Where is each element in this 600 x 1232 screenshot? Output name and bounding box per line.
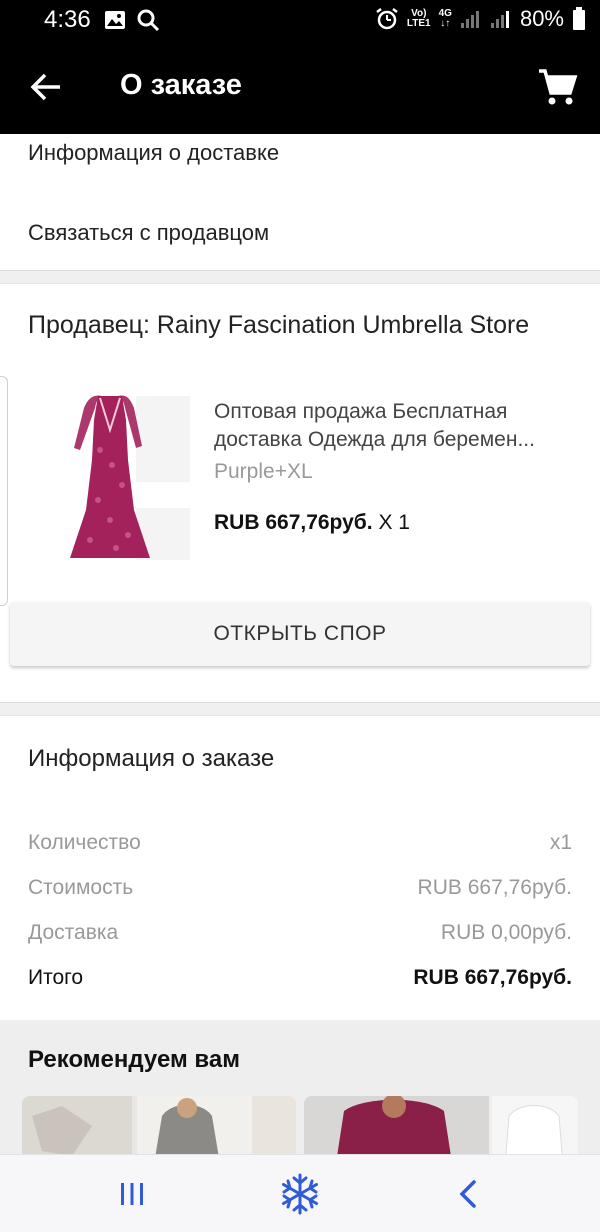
product-price: RUB 667,76руб. <box>214 511 373 534</box>
product-variant: Purple+XL <box>214 460 313 483</box>
side-handle <box>0 376 8 606</box>
row-value: RUB 0,00руб. <box>440 921 572 944</box>
product-quantity: X 1 <box>378 511 410 534</box>
order-row-total: Итого RUB 667,76руб. <box>28 966 572 990</box>
total-label: Итого <box>28 966 84 989</box>
total-value: RUB 667,76руб. <box>413 966 572 989</box>
seller-name[interactable]: Продавец: Rainy Fascination Umbrella Sto… <box>28 311 529 340</box>
order-row-quantity: Количество x1 <box>28 831 572 855</box>
row-label: Доставка <box>28 921 119 944</box>
status-time: 4:36 <box>44 6 91 33</box>
battery-icon <box>573 7 585 30</box>
open-dispute-button[interactable]: ОТКРЫТЬ СПОР <box>10 602 590 666</box>
network-lte: LTE1 <box>406 18 431 29</box>
row-label: Стоимость <box>28 876 134 899</box>
order-row-cost: Стоимость RUB 667,76руб. <box>28 876 572 900</box>
recommend-title: Рекомендуем вам <box>28 1046 240 1073</box>
status-bar: 4:36 Vo) LTE1 4G ↓↑ 80% <box>0 0 600 40</box>
order-row-shipping: Доставка RUB 0,00руб. <box>28 921 572 945</box>
row-value: x1 <box>549 831 572 854</box>
battery-percent: 80% <box>519 6 564 31</box>
product-price-line: RUB 667,76руб. X 1 <box>214 511 410 535</box>
recent-apps-button[interactable] <box>109 1171 155 1217</box>
recent-apps-icon <box>121 1183 143 1205</box>
nav-back-icon <box>459 1180 476 1208</box>
section-divider <box>0 270 600 284</box>
image-icon <box>105 11 125 29</box>
row-value: RUB 667,76руб. <box>417 876 572 899</box>
signal-icon <box>460 11 479 28</box>
product-image[interactable] <box>40 390 190 562</box>
contact-seller-link[interactable]: Связаться с продавцом <box>28 220 269 246</box>
signal-icon-2 <box>490 11 509 28</box>
alarm-icon <box>376 8 398 30</box>
section-divider <box>0 702 600 716</box>
system-nav-bar <box>0 1154 600 1232</box>
nav-back-button[interactable] <box>445 1171 491 1217</box>
home-button[interactable] <box>277 1171 323 1217</box>
delivery-info-link[interactable]: Информация о доставке <box>28 140 279 166</box>
row-label: Количество <box>28 831 141 854</box>
product-title-line1: Оптовая продажа Бесплатная <box>214 400 508 423</box>
cart-icon[interactable] <box>536 66 578 108</box>
order-info-title: Информация о заказе <box>28 745 275 772</box>
back-arrow-icon[interactable] <box>28 68 66 106</box>
product-title[interactable]: Оптовая продажа Бесплатная доставка Одеж… <box>214 398 580 454</box>
snowflake-icon <box>282 1173 318 1215</box>
product-title-line2: доставка Одежда для беремен... <box>214 428 535 451</box>
page-title: О заказе <box>120 69 242 101</box>
search-icon <box>137 9 160 32</box>
app-bar: О заказе <box>0 40 600 134</box>
